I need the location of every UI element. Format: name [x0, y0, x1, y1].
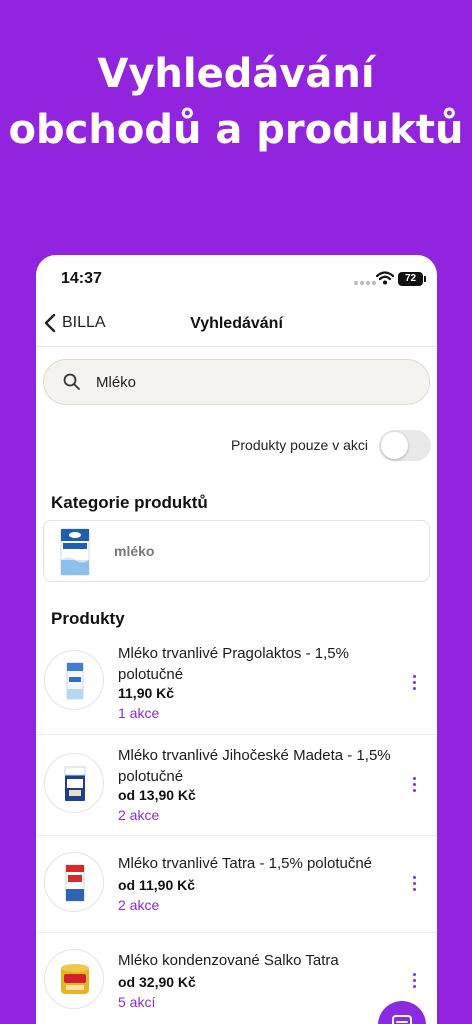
product-item[interactable]: Mléko kondenzované Salko Tatra od 32,90 … [36, 933, 437, 1024]
on-sale-toggle[interactable] [379, 430, 431, 461]
product-item[interactable]: Mléko trvanlivé Pragolaktos - 1,5% polot… [36, 633, 437, 735]
product-image [44, 949, 104, 1009]
on-sale-filter: Produkty pouze v akci [36, 430, 437, 461]
category-label: mléko [114, 543, 155, 559]
milk-carton-image [60, 528, 90, 576]
product-price: od 11,90 Kč [118, 877, 196, 893]
wifi-icon [376, 271, 394, 285]
search-input[interactable] [96, 373, 376, 391]
product-image [44, 753, 104, 813]
category-item[interactable]: mléko [43, 520, 430, 582]
product-price: 11,90 Kč [118, 685, 175, 701]
product-price: od 13,90 Kč [118, 787, 196, 803]
battery-icon: 72 [398, 272, 426, 286]
product-name: Mléko trvanlivé Tatra - 1,5% polotučné [118, 855, 373, 872]
product-price: od 32,90 Kč [118, 974, 196, 990]
product-deals[interactable]: 1 akce [118, 705, 159, 721]
categories-title: Kategorie produktů [51, 493, 208, 512]
list-icon [392, 1015, 412, 1024]
promo-headline-line2: obchodů a produktů [8, 107, 464, 153]
more-vertical-icon[interactable] [406, 876, 422, 896]
promo-headline-line1: Vyhledávání [97, 51, 375, 97]
products-title: Produkty [51, 609, 125, 628]
page-title: Vyhledávání [190, 315, 283, 332]
list-button[interactable] [378, 1001, 426, 1024]
product-name: Mléko kondenzované Salko Tatra [118, 952, 339, 969]
search-icon [63, 373, 80, 390]
product-item[interactable]: Mléko trvanlivé Tatra - 1,5% polotučné o… [36, 836, 437, 933]
product-image [44, 650, 104, 710]
status-time: 14:37 [61, 270, 102, 287]
signal-icon [354, 281, 376, 285]
nav-bar: BILLA Vyhledávání [36, 305, 437, 347]
more-vertical-icon[interactable] [406, 777, 422, 797]
promo-headline: Vyhledávání obchodů a produktů [0, 46, 472, 158]
product-name: Mléko trvanlivé Jihočeské Madeta - 1,5% … [118, 747, 391, 785]
product-deals[interactable]: 2 akce [118, 807, 159, 823]
toggle-knob [381, 432, 408, 459]
more-vertical-icon[interactable] [406, 973, 422, 993]
product-item[interactable]: Mléko trvanlivé Jihočeské Madeta - 1,5% … [36, 735, 437, 836]
on-sale-filter-label: Produkty pouze v akci [231, 437, 368, 453]
search-bar[interactable] [43, 359, 430, 405]
more-vertical-icon[interactable] [406, 675, 422, 695]
status-bar: 14:37 72 [36, 255, 437, 305]
product-name: Mléko trvanlivé Pragolaktos - 1,5% polot… [118, 645, 349, 683]
product-image [44, 852, 104, 912]
product-deals[interactable]: 2 akce [118, 897, 159, 913]
phone-screen: 14:37 72 BILLA Vyhledávání Produkty pouz… [36, 255, 437, 1024]
product-deals[interactable]: 5 akcí [118, 994, 155, 1010]
